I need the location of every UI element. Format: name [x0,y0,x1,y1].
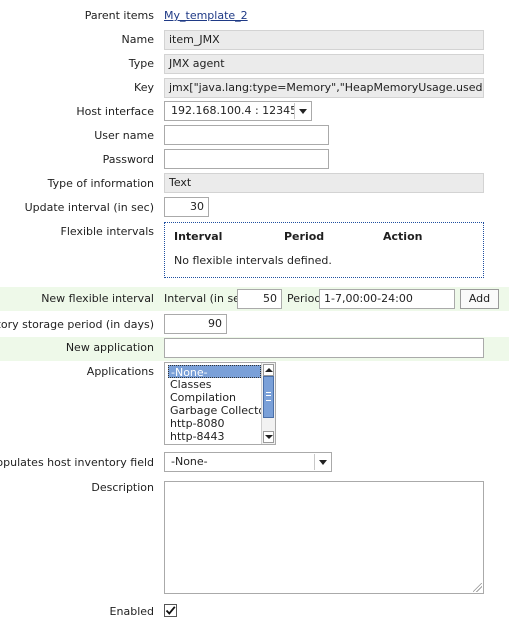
host-interface-value: 192.168.100.4 : 12345 [171,104,298,117]
enabled-label: Enabled [109,605,154,618]
application-option[interactable]: http-8080 [168,417,263,430]
user-name-input[interactable] [164,125,329,145]
update-interval-input[interactable]: 30 [164,197,209,217]
application-option[interactable]: Classes [168,378,263,391]
scroll-down-icon[interactable] [263,431,274,443]
column-header-period: Period [284,230,325,243]
type-label: Type [128,57,154,70]
applications-label: Applications [86,365,154,378]
parent-items-label: Parent items [84,9,154,22]
inventory-value: -None- [171,455,208,468]
name-label: Name [121,33,154,46]
add-flexible-interval-button[interactable]: Add [460,289,499,309]
description-textarea[interactable] [164,481,484,594]
host-interface-label: Host interface [76,105,154,118]
new-application-label: New application [65,341,154,354]
type-of-information-field: Text [164,173,484,193]
column-header-interval: Interval [174,230,223,243]
host-interface-select[interactable]: 192.168.100.4 : 12345 [164,101,312,121]
flexible-interval-input[interactable]: 50 [237,289,282,309]
history-label: History storage period (in days) [0,318,154,331]
password-label: Password [102,153,154,166]
key-field: jmx["java.lang:type=Memory","HeapMemoryU… [164,78,484,98]
flexible-period-input[interactable]: 1-7,00:00-24:00 [319,289,455,309]
applications-listbox[interactable]: -None- Classes Compilation Garbage Colle… [164,362,276,445]
description-label: Description [91,481,154,494]
checkmark-icon [165,606,176,615]
chevron-down-icon [294,103,310,119]
scroll-thumb[interactable] [263,376,274,418]
inventory-select[interactable]: -None- [164,452,332,472]
history-input[interactable]: 90 [164,314,227,334]
scroll-up-icon[interactable] [263,364,274,376]
type-field: JMX agent [164,54,484,74]
parent-item-link[interactable]: My_template_2 [164,9,248,23]
column-header-action: Action [383,230,423,243]
applications-scrollbar[interactable] [261,363,275,444]
type-of-information-label: Type of information [47,177,154,190]
new-flexible-interval-label: New flexible interval [41,292,154,305]
update-interval-label: Update interval (in sec) [24,201,154,214]
user-name-label: User name [94,129,154,142]
inventory-label: Populates host inventory field [0,456,154,469]
no-flexible-intervals-text: No flexible intervals defined. [174,254,332,267]
application-option[interactable]: Compilation [168,391,263,404]
password-input[interactable] [164,149,329,169]
period-label: Period [287,292,322,305]
application-option[interactable]: -None- [168,365,261,379]
key-label: Key [134,81,154,94]
flexible-intervals-table: Interval Period Action No flexible inter… [164,222,484,278]
resize-grip-icon[interactable] [473,583,482,592]
enabled-checkbox[interactable] [164,604,177,617]
flexible-intervals-label: Flexible intervals [60,225,155,238]
chevron-down-icon [314,454,330,470]
application-option[interactable]: Garbage Collector [168,404,270,417]
application-option[interactable]: http-8443 [168,430,263,443]
name-field: item_JMX [164,30,484,50]
new-application-input[interactable] [164,338,484,358]
